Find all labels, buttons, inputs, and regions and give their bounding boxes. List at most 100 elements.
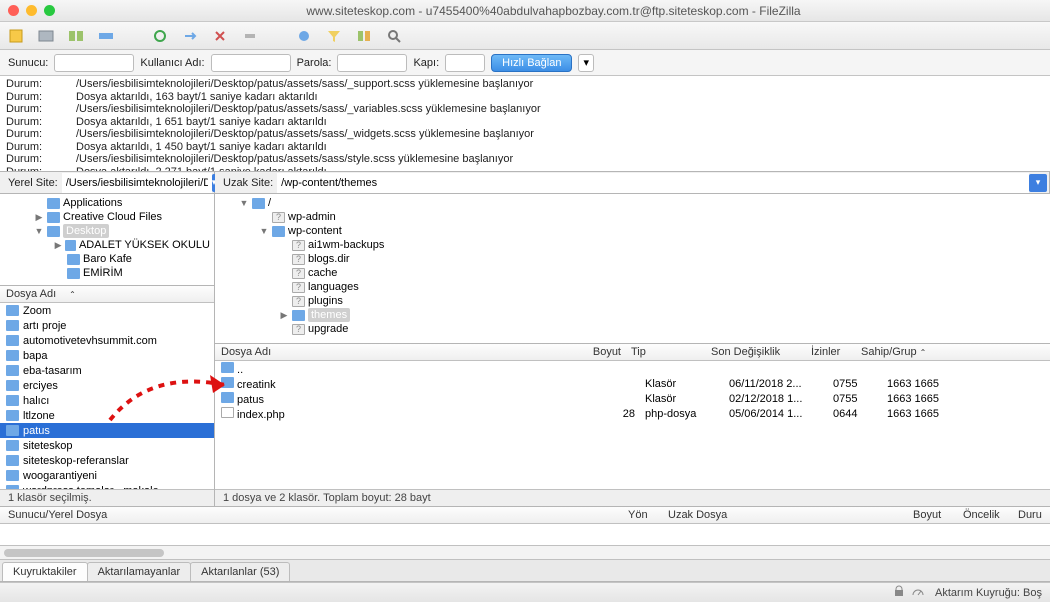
tree-item[interactable]: ?ai1wm-backups — [219, 238, 1046, 252]
remote-status: 1 dosya ve 2 klasör. Toplam boyut: 28 ba… — [215, 489, 1050, 506]
titlebar: www.siteteskop.com - u7455400%40abdulvah… — [0, 0, 1050, 22]
list-item[interactable]: bapa — [0, 348, 214, 363]
message-log[interactable]: Durum:/Users/iesbilisimteknolojileri/Des… — [0, 76, 1050, 172]
queue-col-state[interactable]: Duru — [1010, 509, 1050, 521]
minimize-window-button[interactable] — [26, 5, 37, 16]
queue-col-dir[interactable]: Yön — [620, 509, 660, 521]
list-item[interactable]: siteteskop — [0, 438, 214, 453]
remote-file-list[interactable]: .. creatinkKlasör06/11/2018 2...07551663… — [215, 361, 1050, 489]
tree-item[interactable]: ▼wp-content — [219, 224, 1046, 238]
tree-item[interactable]: ?blogs.dir — [219, 252, 1046, 266]
list-item[interactable]: siteteskop-referanslar — [0, 453, 214, 468]
remote-col-type[interactable]: Tip — [631, 346, 711, 358]
filter-icon[interactable] — [326, 28, 342, 44]
tree-item[interactable]: ?upgrade — [219, 322, 1046, 336]
tree-item[interactable]: ▶themes — [219, 308, 1046, 322]
local-list-header[interactable]: Dosya Adı ⌃ — [0, 286, 214, 303]
remote-directory-tree[interactable]: ▼/?wp-admin▼wp-content?ai1wm-backups?blo… — [215, 194, 1050, 344]
local-file-list[interactable]: Zoomartı projeautomotivetevhsummit.comba… — [0, 303, 214, 489]
toggle-tree-icon[interactable] — [68, 28, 84, 44]
remote-col-perm[interactable]: İzinler — [811, 346, 861, 358]
tab-successful[interactable]: Aktarılanlar (53) — [190, 562, 290, 581]
cancel-icon[interactable] — [212, 28, 228, 44]
queue-col-remote[interactable]: Uzak Dosya — [660, 509, 905, 521]
list-item[interactable]: Zoom — [0, 303, 214, 318]
sort-indicator-icon: ⌃ — [66, 290, 76, 299]
queue-col-local[interactable]: Sunucu/Yerel Dosya — [0, 509, 620, 521]
status-bar: Aktarım Kuyruğu: Boş — [0, 582, 1050, 602]
tree-item[interactable]: EMİRİM — [4, 266, 210, 280]
quickconnect-button[interactable]: Hızlı Bağlan — [491, 54, 572, 72]
local-col-name[interactable]: Dosya Adı — [6, 288, 66, 300]
user-label: Kullanıcı Adı: — [140, 57, 204, 69]
list-item[interactable]: .. — [215, 361, 1050, 376]
remote-col-owner[interactable]: Sahip/Grup⌃ — [861, 346, 1044, 358]
remote-site-dropdown[interactable]: ▾ — [1029, 174, 1047, 192]
tree-item[interactable]: ?plugins — [219, 294, 1046, 308]
quickconnect-bar: Sunucu: Kullanıcı Adı: Parola: Kapı: Hız… — [0, 50, 1050, 76]
remote-site-input[interactable] — [277, 173, 1029, 193]
list-item[interactable]: artı proje — [0, 318, 214, 333]
reconnect-icon[interactable] — [296, 28, 312, 44]
remote-col-name[interactable]: Dosya Adı — [221, 346, 591, 358]
port-input[interactable] — [445, 54, 485, 72]
list-item[interactable]: woogarantiyeni — [0, 468, 214, 483]
local-directory-tree[interactable]: Applications▶Creative Cloud Files▼Deskto… — [0, 194, 214, 286]
toggle-log-icon[interactable] — [38, 28, 54, 44]
tree-item[interactable]: ▶Creative Cloud Files — [4, 210, 210, 224]
queue-list[interactable] — [0, 524, 1050, 546]
tree-item[interactable]: ▶ADALET YÜKSEK OKULU — [4, 238, 210, 252]
queue-status-text: Aktarım Kuyruğu: Boş — [935, 587, 1042, 599]
tree-item[interactable]: ?wp-admin — [219, 210, 1046, 224]
main-toolbar — [0, 22, 1050, 50]
toggle-queue-icon[interactable] — [98, 28, 114, 44]
tree-item[interactable]: Baro Kafe — [4, 252, 210, 266]
list-item[interactable]: patusKlasör02/12/2018 1...07551663 1665 — [215, 391, 1050, 406]
queue-col-pri[interactable]: Öncelik — [955, 509, 1010, 521]
list-item[interactable]: erciyes — [0, 378, 214, 393]
queue-hscrollbar[interactable] — [0, 546, 1050, 560]
speedlimit-icon[interactable] — [911, 585, 925, 600]
compare-icon[interactable] — [356, 28, 372, 44]
site-path-bar: Yerel Site: ▾ Uzak Site: ▾ — [0, 172, 1050, 194]
tree-item[interactable]: ?languages — [219, 280, 1046, 294]
remote-list-header[interactable]: Dosya Adı Boyut Tip Son Değişiklik İzinl… — [215, 344, 1050, 361]
quickconnect-history-dropdown[interactable]: ▾ — [578, 54, 594, 72]
list-item[interactable]: ltlzone — [0, 408, 214, 423]
refresh-icon[interactable] — [152, 28, 168, 44]
close-window-button[interactable] — [8, 5, 19, 16]
tab-queued[interactable]: Kuyruktakiler — [2, 562, 88, 581]
remote-col-modified[interactable]: Son Değişiklik — [711, 346, 811, 358]
tree-item[interactable]: ▼/ — [219, 196, 1046, 210]
list-item[interactable]: index.php28php-dosya05/06/2014 1...06441… — [215, 406, 1050, 421]
window-title: www.siteteskop.com - u7455400%40abdulvah… — [65, 4, 1042, 18]
tree-item[interactable]: ▼Desktop — [4, 224, 210, 238]
local-status: 1 klasör seçilmiş. — [0, 489, 214, 506]
local-site-label: Yerel Site: — [0, 177, 62, 189]
host-label: Sunucu: — [8, 57, 48, 69]
disconnect-icon[interactable] — [242, 28, 258, 44]
port-label: Kapı: — [413, 57, 439, 69]
host-input[interactable] — [54, 54, 134, 72]
list-item[interactable]: creatinkKlasör06/11/2018 2...07551663 16… — [215, 376, 1050, 391]
remote-col-size[interactable]: Boyut — [591, 346, 631, 358]
zoom-window-button[interactable] — [44, 5, 55, 16]
queue-col-size[interactable]: Boyut — [905, 509, 955, 521]
queue-header[interactable]: Sunucu/Yerel Dosya Yön Uzak Dosya Boyut … — [0, 506, 1050, 524]
encryption-icon — [893, 585, 905, 600]
list-item[interactable]: halıcı — [0, 393, 214, 408]
list-item[interactable]: eba-tasarım — [0, 363, 214, 378]
process-queue-icon[interactable] — [182, 28, 198, 44]
tab-failed[interactable]: Aktarılamayanlar — [87, 562, 192, 581]
pass-input[interactable] — [337, 54, 407, 72]
tree-item[interactable]: Applications — [4, 196, 210, 210]
site-manager-icon[interactable] — [8, 28, 24, 44]
remote-site-label: Uzak Site: — [215, 177, 277, 189]
search-icon[interactable] — [386, 28, 402, 44]
list-item[interactable]: automotivetevhsummit.com — [0, 333, 214, 348]
list-item[interactable]: patus — [0, 423, 214, 438]
pass-label: Parola: — [297, 57, 332, 69]
user-input[interactable] — [211, 54, 291, 72]
tree-item[interactable]: ?cache — [219, 266, 1046, 280]
local-site-input[interactable] — [62, 173, 212, 193]
